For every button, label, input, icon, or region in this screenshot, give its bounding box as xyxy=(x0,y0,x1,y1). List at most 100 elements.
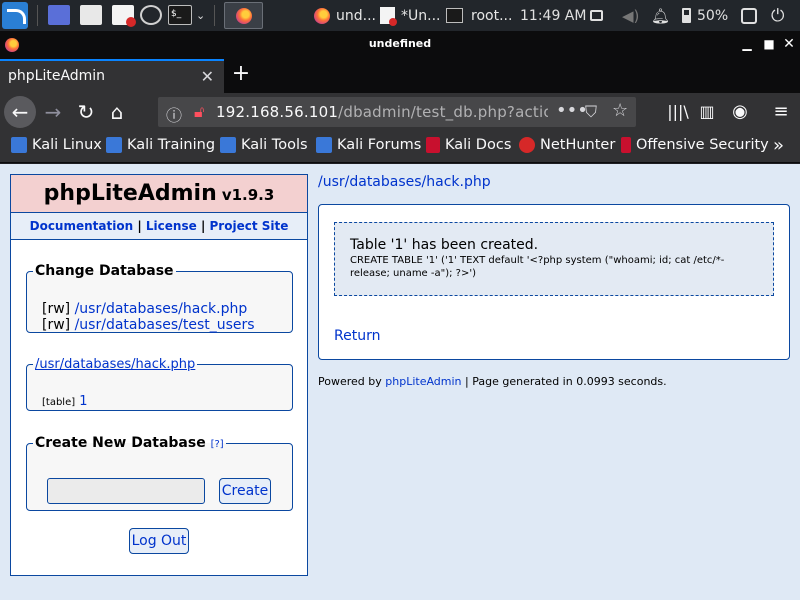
url-bar[interactable]: ⓘ 🔓︎ 192.168.56.101/dbadmin/test_db.php?… xyxy=(158,97,636,127)
bookmark-kali-linux[interactable]: Kali Linux xyxy=(11,137,102,153)
file-manager-icon[interactable] xyxy=(80,5,102,25)
insecure-lock-icon[interactable]: 🔓︎ xyxy=(194,102,204,122)
clock[interactable]: 11:49 AM xyxy=(520,0,586,31)
site-info-icon[interactable]: ⓘ xyxy=(166,102,182,126)
current-database-link[interactable]: /usr/databases/hack.php xyxy=(35,357,195,372)
url-path: /dbadmin/test_db.php?action=table_create… xyxy=(338,103,548,121)
terminal-icon[interactable]: $_ xyxy=(168,5,192,25)
browser-globe-icon[interactable] xyxy=(140,5,162,25)
close-tab-icon[interactable]: ✕ xyxy=(201,67,214,86)
bookmark-kali-training[interactable]: Kali Training xyxy=(106,137,215,153)
link-separator: | xyxy=(200,219,206,233)
message-title: Table '1' has been created. xyxy=(350,237,539,253)
message-sql: CREATE TABLE '1' ('1' TEXT default '<?ph… xyxy=(350,255,725,279)
tab-phpliteadmin[interactable]: phpLiteAdmin ✕ xyxy=(0,59,224,93)
table-link-1[interactable]: 1 xyxy=(79,394,87,409)
kali-dragon-icon xyxy=(316,137,332,153)
logout-button[interactable]: Log Out xyxy=(129,528,189,554)
page-footer: Powered by phpLiteAdmin | Page generated… xyxy=(318,375,667,388)
forward-button[interactable]: → xyxy=(38,97,68,127)
workspace-icon[interactable] xyxy=(590,0,603,31)
firefox-icon xyxy=(236,8,252,24)
text-editor-icon[interactable] xyxy=(112,5,136,27)
breadcrumb-database[interactable]: /usr/databases/hack.php xyxy=(318,174,491,190)
footer-powered-by: Powered by xyxy=(318,375,382,388)
table-item: [table] 1 xyxy=(42,394,88,409)
bookmark-label: Kali Docs xyxy=(445,137,512,153)
bookmark-offensive-security[interactable]: Offensive Security xyxy=(621,137,769,153)
window-title: undefined xyxy=(368,37,432,50)
documentation-link[interactable]: Documentation xyxy=(30,219,134,233)
task-terminal[interactable]: root... xyxy=(446,0,512,31)
firefox-launcher[interactable] xyxy=(224,2,263,29)
account-icon[interactable]: ◉ xyxy=(725,97,755,127)
return-link[interactable]: Return xyxy=(334,328,380,344)
menu-hamburger-icon[interactable]: ≡ xyxy=(766,97,796,127)
battery-percent: 50% xyxy=(697,7,729,24)
bookmark-label: Offensive Security xyxy=(636,137,769,153)
task-firefox[interactable]: und... xyxy=(314,0,376,31)
maximize-button[interactable]: ■ xyxy=(760,35,778,53)
bookmark-kali-forums[interactable]: Kali Forums xyxy=(316,137,421,153)
bookmark-kali-tools[interactable]: Kali Tools xyxy=(220,137,308,153)
kali-menu-icon[interactable] xyxy=(2,2,28,29)
footer-generated: | Page generated in 0.0993 seconds. xyxy=(465,375,667,388)
bookmark-star-icon[interactable]: ☆ xyxy=(612,100,628,121)
kali-dragon-icon xyxy=(106,137,122,153)
bookmark-nethunter[interactable]: NetHunter xyxy=(519,137,615,153)
bookmarks-overflow-icon[interactable]: » xyxy=(773,135,784,156)
battery-status[interactable]: 50% xyxy=(682,0,728,31)
license-link[interactable]: License xyxy=(146,219,197,233)
task-label: *Un... xyxy=(401,7,441,24)
notifications-icon[interactable]: 🔔︎ xyxy=(651,0,670,31)
power-icon[interactable]: ⏻ xyxy=(771,0,784,31)
help-link[interactable]: [?] xyxy=(211,439,224,450)
page-actions-icon[interactable]: ••• xyxy=(556,100,588,121)
database-link-test-users[interactable]: /usr/databases/test_users xyxy=(75,317,255,333)
new-database-input[interactable] xyxy=(47,478,205,504)
url-text[interactable]: 192.168.56.101/dbadmin/test_db.php?actio… xyxy=(216,103,548,121)
sidebar: phpLiteAdmin v1.9.3 Documentation | Lice… xyxy=(10,174,308,576)
project-site-link[interactable]: Project Site xyxy=(210,219,289,233)
task-editor[interactable]: *Un... xyxy=(380,0,440,31)
minimize-button[interactable]: ▁ xyxy=(738,35,756,53)
create-database-group: Create New Database [?] Create xyxy=(26,435,293,511)
library-icon[interactable]: |||\ xyxy=(663,97,693,127)
bookmark-label: NetHunter xyxy=(540,137,616,153)
close-window-button[interactable]: ✕ xyxy=(780,35,798,53)
app-header: phpLiteAdmin v1.9.3 xyxy=(11,175,307,213)
task-label: root... xyxy=(471,7,513,24)
pocket-icon[interactable]: ⛉ xyxy=(585,102,597,122)
database-link-hack[interactable]: /usr/databases/hack.php xyxy=(75,301,248,317)
tab-title: phpLiteAdmin xyxy=(8,68,106,84)
bookmark-label: Kali Training xyxy=(127,137,216,153)
home-button[interactable]: ⌂ xyxy=(102,97,132,127)
sidebar-icon[interactable]: ▥ xyxy=(692,97,722,127)
show-desktop-icon[interactable] xyxy=(48,5,70,25)
database-item: [rw] /usr/databases/hack.php xyxy=(42,301,247,317)
table-tag: [table] xyxy=(42,397,76,408)
kali-dragon-icon xyxy=(220,137,236,153)
tab-strip: phpLiteAdmin ✕ + xyxy=(0,59,800,93)
kali-docs-icon xyxy=(426,137,440,153)
navigation-toolbar: ← → ↻ ⌂ ⓘ 🔓︎ 192.168.56.101/dbadmin/test… xyxy=(0,93,800,131)
bookmark-label: Kali Tools xyxy=(241,137,308,153)
lock-screen-icon[interactable] xyxy=(741,0,757,31)
kali-dragon-icon xyxy=(11,137,27,153)
bookmarks-toolbar: Kali Linux Kali Training Kali Tools Kali… xyxy=(0,131,800,163)
main-panel: Table '1' has been created. CREATE TABLE… xyxy=(318,204,790,360)
create-button[interactable]: Create xyxy=(219,478,271,504)
reload-button[interactable]: ↻ xyxy=(71,97,101,127)
bookmark-label: Kali Linux xyxy=(32,137,102,153)
top-panel: $_ ⌄ und... *Un... root... 11:49 AM ◀) 🔔… xyxy=(0,0,800,31)
volume-icon[interactable]: ◀) xyxy=(622,0,639,31)
launcher-dropdown-icon[interactable]: ⌄ xyxy=(196,0,205,31)
database-mode: [rw] xyxy=(42,317,71,333)
bookmark-kali-docs[interactable]: Kali Docs xyxy=(426,137,511,153)
create-database-title: Create New Database xyxy=(35,435,206,451)
page-content: phpLiteAdmin v1.9.3 Documentation | Lice… xyxy=(0,164,800,600)
footer-app-link[interactable]: phpLiteAdmin xyxy=(385,375,461,388)
new-tab-button[interactable]: + xyxy=(230,63,252,87)
battery-icon xyxy=(682,8,691,23)
back-button[interactable]: ← xyxy=(4,96,36,128)
